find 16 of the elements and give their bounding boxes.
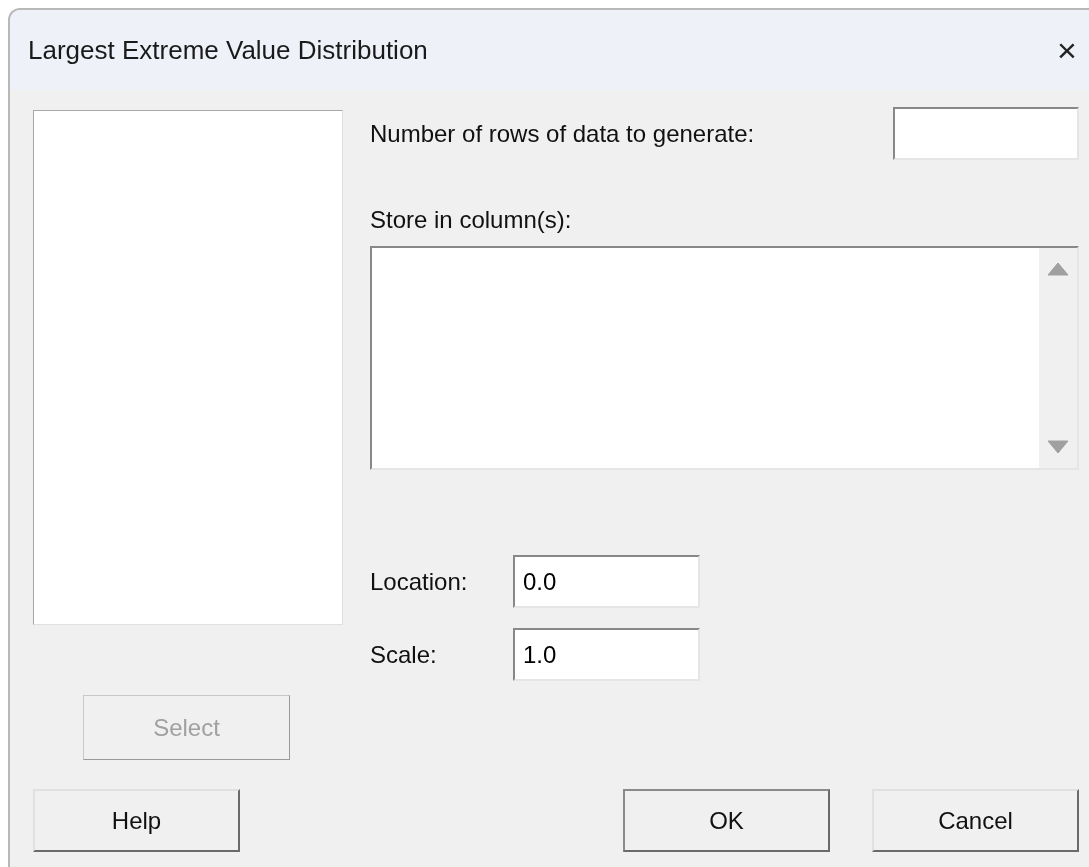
window-title: Largest Extreme Value Distribution	[28, 33, 428, 67]
field-label: Number of rows of data to generate:	[370, 118, 755, 149]
scroll-up-icon[interactable]	[1047, 262, 1069, 276]
scrollbar[interactable]	[1039, 248, 1077, 468]
help-button[interactable]: Help	[33, 789, 240, 852]
columns-text-area[interactable]	[370, 246, 1079, 470]
rows-input-field[interactable]	[893, 107, 1079, 160]
field-label: Scale:	[370, 639, 438, 670]
ok-button[interactable]: OK	[623, 789, 830, 852]
cancel-button[interactable]: Cancel	[872, 789, 1079, 852]
field-label: Store in column(s):	[370, 205, 573, 235]
scroll-down-icon[interactable]	[1047, 440, 1069, 454]
parameter-input-field[interactable]: 0.0	[513, 555, 700, 608]
field-label: Location:	[370, 566, 469, 597]
close-button[interactable]: ×	[1047, 30, 1087, 70]
parameter-input-field[interactable]: 1.0	[513, 628, 700, 681]
